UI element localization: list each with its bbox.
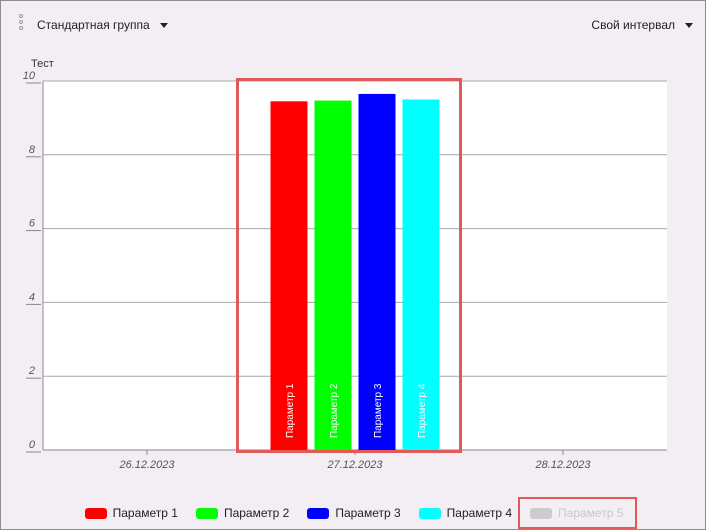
legend-swatch [418,507,441,519]
y-tick-label: 6 [29,218,36,230]
legend-label: Параметр 2 [223,506,290,520]
legend-highlight-box [518,497,638,529]
legend-label: Параметр 1 [112,506,178,520]
legend-swatch [307,507,330,519]
bar-label: Параметр 3 [373,383,384,438]
legend-item[interactable]: Параметр 2 [195,506,290,520]
legend-swatch [195,507,218,519]
interval-select-label: Свой интервал [591,18,675,32]
y-axis-title: Тест [31,58,54,70]
x-tick-label: 26.12.2023 [118,459,175,471]
widget-toolbar: Стандартная группа Свой интервал [1,1,706,49]
legend-swatch [84,507,107,519]
y-tick-label: 0 [29,439,36,451]
y-tick-label: 4 [29,291,35,303]
bar-label: Параметр 2 [329,383,340,438]
legend-item[interactable]: Параметр 1 [84,506,178,520]
y-tick-label: 8 [29,144,36,156]
bar-chart: Тест 0 2 4 6 8 10 26.12.2023 27.12.2023 28.12.202… [23,58,667,471]
chevron-down-icon [159,22,168,28]
legend-item[interactable]: Параметр 4 [418,506,513,520]
legend-item[interactable]: Параметр 3 [307,506,401,520]
chart-widget: Стандартная группа Свой интервал Тест 0 2 4… [0,0,706,530]
x-tick-label: 28.12.2023 [534,459,591,471]
chart-legend: Параметр 1 Параметр 2 Параметр 3 Параметр 4… [1,497,706,529]
drag-handle-icon[interactable] [19,14,25,34]
group-select[interactable]: Стандартная группа [37,15,168,35]
y-tick-label: 10 [23,70,36,82]
legend-item[interactable]: Параметр 5 [518,497,638,529]
chart-area: Тест 0 2 4 6 8 10 26.12.2023 27.12.2023 28.12.202… [1,49,706,489]
x-tick-label: 27.12.2023 [326,459,383,471]
interval-select[interactable]: Свой интервал [591,15,693,35]
bar-label: Параметр 4 [417,383,428,438]
legend-label: Параметр 3 [335,506,401,520]
group-select-label: Стандартная группа [37,18,150,32]
bar-label: Параметр 1 [285,383,296,438]
chevron-down-icon [685,22,693,28]
plot-background [43,81,667,450]
legend-label: Параметр 4 [446,506,513,520]
y-tick-label: 2 [28,365,35,377]
